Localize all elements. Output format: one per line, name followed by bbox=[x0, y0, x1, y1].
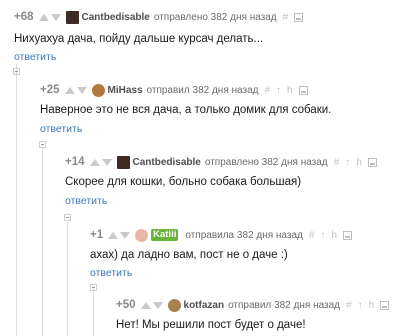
comment-rating: +68 bbox=[14, 11, 34, 23]
reply-link[interactable]: ответить bbox=[65, 195, 107, 207]
branch-icon[interactable]: h bbox=[331, 230, 337, 241]
hash-icon[interactable]: # bbox=[346, 300, 352, 311]
avatar[interactable] bbox=[65, 10, 79, 24]
downvote-icon[interactable] bbox=[76, 86, 87, 94]
collapse-icon[interactable] bbox=[13, 68, 20, 75]
comment-rating: +25 bbox=[40, 84, 60, 96]
upvote-icon[interactable] bbox=[64, 86, 75, 94]
avatar[interactable] bbox=[167, 298, 181, 312]
collapse-icon[interactable] bbox=[39, 141, 46, 148]
avatar[interactable] bbox=[135, 228, 149, 242]
downvote-icon[interactable] bbox=[50, 13, 61, 21]
comment-header: +50 kotfazan отправил 382 дня назад # ↑ … bbox=[116, 298, 390, 312]
upvote-icon[interactable] bbox=[38, 13, 49, 21]
comment-author[interactable]: MiHass bbox=[108, 85, 143, 96]
thread-line bbox=[93, 288, 94, 336]
reply-link[interactable]: ответить bbox=[40, 123, 82, 135]
hash-icon[interactable]: # bbox=[264, 85, 270, 96]
upvote-icon[interactable] bbox=[108, 231, 119, 239]
thread-line bbox=[16, 64, 17, 336]
save-icon[interactable] bbox=[380, 300, 390, 310]
comment-timestamp[interactable]: отправлено 382 дня назад bbox=[154, 12, 277, 23]
downvote-icon[interactable] bbox=[152, 301, 163, 309]
save-icon[interactable] bbox=[294, 12, 304, 22]
branch-icon[interactable]: h bbox=[369, 300, 375, 311]
comment-timestamp[interactable]: отправил 382 дня назад bbox=[147, 85, 259, 96]
save-icon[interactable] bbox=[342, 230, 352, 240]
comment-author[interactable]: kotfazan bbox=[184, 300, 225, 311]
comment-rating: +1 bbox=[90, 229, 104, 241]
branch-icon[interactable]: h bbox=[287, 85, 293, 96]
comment-timestamp[interactable]: отправил 382 дня назад bbox=[228, 300, 340, 311]
branch-icon[interactable]: h bbox=[356, 157, 362, 168]
collapse-icon[interactable] bbox=[90, 284, 97, 291]
thread-line bbox=[42, 148, 43, 336]
collapse-icon[interactable] bbox=[64, 214, 71, 221]
comment-header: +68 Cantbedisable отправлено 382 дня наз… bbox=[14, 10, 304, 24]
upvote-icon[interactable] bbox=[89, 158, 100, 166]
save-icon[interactable] bbox=[298, 85, 308, 95]
avatar[interactable] bbox=[91, 83, 105, 97]
thread-line bbox=[67, 222, 68, 336]
comment-rating: +50 bbox=[116, 299, 136, 311]
hash-icon[interactable]: # bbox=[334, 157, 340, 168]
comment-timestamp[interactable]: отправлено 382 дня назад bbox=[205, 157, 328, 168]
comment-header: +1 Katiii отправила 382 дня назад # ↑ h bbox=[90, 228, 352, 242]
avatar[interactable] bbox=[116, 155, 130, 169]
comment-text: Нет! Мы решили пост будет о даче! bbox=[116, 319, 306, 331]
comment-text: ахах) да ладно вам, пост не о даче :) bbox=[90, 249, 288, 261]
upvote-icon[interactable] bbox=[140, 301, 151, 309]
comment-text: Нихуахуа дача, пойду дальше курсач делат… bbox=[14, 33, 264, 45]
comment-text: Наверное это не вся дача, а только домик… bbox=[40, 104, 332, 116]
reply-link[interactable]: ответить bbox=[14, 51, 56, 63]
parent-arrow-icon[interactable]: ↑ bbox=[345, 157, 350, 168]
downvote-icon[interactable] bbox=[120, 231, 131, 239]
comment-author[interactable]: Katiii bbox=[151, 229, 179, 241]
parent-arrow-icon[interactable]: ↑ bbox=[276, 85, 281, 96]
comment-author[interactable]: Cantbedisable bbox=[133, 157, 201, 168]
comment-text: Скорее для кошки, больно собака большая) bbox=[65, 176, 302, 188]
parent-arrow-icon[interactable]: ↑ bbox=[320, 230, 325, 241]
save-icon[interactable] bbox=[367, 157, 377, 167]
reply-link[interactable]: ответить bbox=[90, 267, 132, 279]
comment-header: +25 MiHass отправил 382 дня назад # ↑ h bbox=[40, 83, 308, 97]
downvote-icon[interactable] bbox=[101, 158, 112, 166]
parent-arrow-icon[interactable]: ↑ bbox=[358, 300, 363, 311]
comment-rating: +14 bbox=[65, 156, 85, 168]
comment-author[interactable]: Cantbedisable bbox=[82, 12, 150, 23]
comment-header: +14 Cantbedisable отправлено 382 дня наз… bbox=[65, 155, 377, 169]
hash-icon[interactable]: # bbox=[309, 230, 315, 241]
comment-timestamp[interactable]: отправила 382 дня назад bbox=[185, 230, 303, 241]
hash-icon[interactable]: # bbox=[283, 12, 289, 23]
